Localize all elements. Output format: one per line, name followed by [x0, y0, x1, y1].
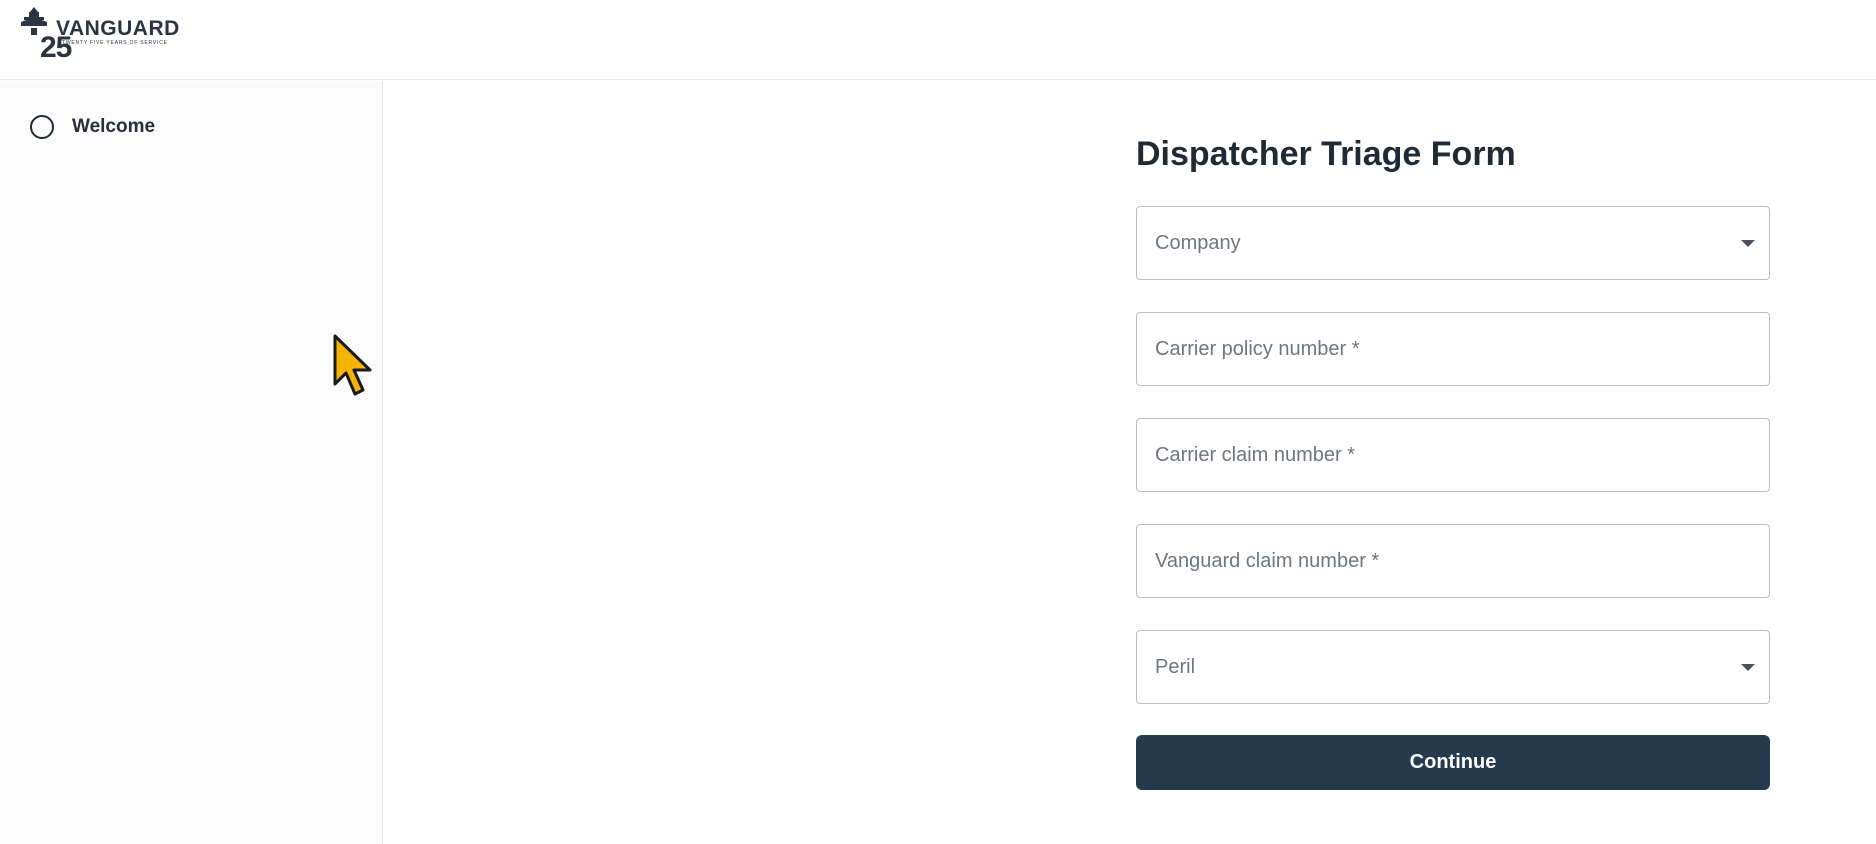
- peril-select-label: Peril: [1155, 655, 1196, 678]
- mouse-cursor-icon: [333, 334, 372, 396]
- carrier-policy-number-field: [1136, 312, 1770, 386]
- carrier-claim-number-field: [1136, 418, 1770, 492]
- sidebar-item-label: Welcome: [72, 116, 156, 137]
- vanguard-claim-number-input[interactable]: [1137, 525, 1769, 597]
- brand-tagline: TWENTY FIVE YEARS OF SERVICE: [62, 40, 168, 46]
- company-select[interactable]: Company: [1136, 206, 1770, 280]
- brand-name: VANGUARD: [56, 17, 180, 40]
- main-content: Dispatcher Triage Form Company Peril Con…: [384, 81, 1876, 844]
- form-title: Dispatcher Triage Form: [1136, 135, 1516, 173]
- triage-form: Dispatcher Triage Form Company Peril Con…: [1136, 134, 1770, 790]
- carrier-claim-number-input[interactable]: [1137, 419, 1769, 491]
- radio-circle-icon: [30, 115, 54, 139]
- company-select-label: Company: [1155, 231, 1241, 254]
- top-bar: VANGUARD 25 TWENTY FIVE YEARS OF SERVICE: [0, 0, 1876, 80]
- sidebar-item-welcome[interactable]: Welcome: [30, 112, 155, 142]
- peril-select[interactable]: Peril: [1136, 630, 1770, 704]
- sidebar: Welcome: [0, 81, 383, 844]
- vanguard-logo[interactable]: VANGUARD 25 TWENTY FIVE YEARS OF SERVICE: [18, 5, 180, 73]
- continue-button[interactable]: Continue: [1136, 735, 1770, 790]
- caret-down-icon: [1741, 664, 1755, 671]
- caret-down-icon: [1741, 240, 1755, 247]
- carrier-policy-number-input[interactable]: [1137, 313, 1769, 385]
- vanguard-claim-number-field: [1136, 524, 1770, 598]
- anniversary-number: 25: [40, 31, 72, 64]
